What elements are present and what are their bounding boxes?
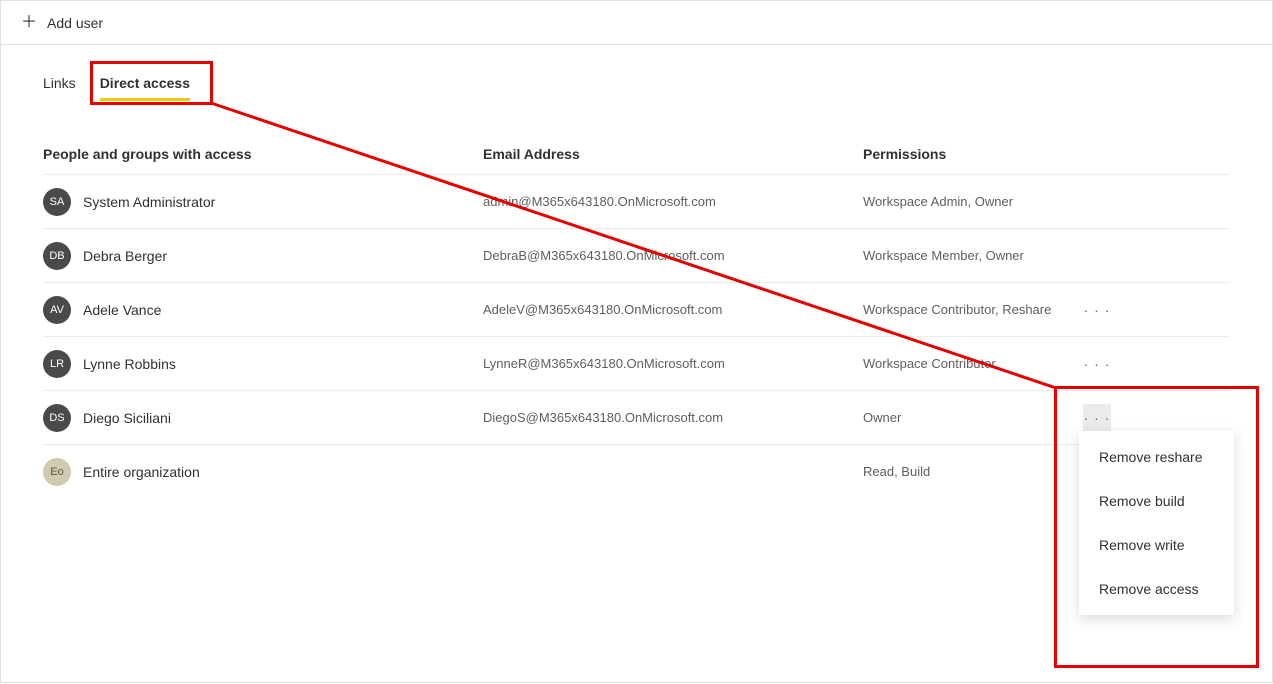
table-row: DS Diego Siciliani DiegoS@M365x643180.OnMi… (43, 390, 1230, 444)
permissions-cell: Workspace Contributor, Reshare (863, 302, 1083, 317)
actions-cell: · · · (1083, 296, 1143, 324)
people-cell: AV Adele Vance (43, 296, 483, 324)
avatar: SA (43, 188, 71, 216)
ellipsis-icon: · · · (1084, 302, 1111, 318)
user-name: Adele Vance (83, 302, 161, 318)
tab-direct-access[interactable]: Direct access (100, 69, 190, 101)
permissions-cell: Workspace Contributor (863, 356, 1083, 371)
ellipsis-icon: · · · (1084, 410, 1111, 426)
header-permissions: Permissions (863, 146, 1083, 162)
permissions-context-menu: Remove reshareRemove buildRemove writeRe… (1079, 431, 1234, 615)
table-row: Eo Entire organization Read, Build (43, 444, 1230, 498)
context-menu-item[interactable]: Remove access (1079, 567, 1234, 611)
avatar: DB (43, 242, 71, 270)
user-name: Lynne Robbins (83, 356, 176, 372)
table-row: DB Debra Berger DebraB@M365x643180.OnMicro… (43, 228, 1230, 282)
permissions-cell: Workspace Admin, Owner (863, 194, 1083, 209)
add-user-label: Add user (47, 15, 103, 31)
add-user-button[interactable]: ＋ Add user (17, 9, 107, 37)
header-email: Email Address (483, 146, 863, 162)
table-header-row: People and groups with access Email Addr… (43, 134, 1230, 174)
table-row: SA System Administrator admin@M365x643180.… (43, 174, 1230, 228)
ellipsis-icon: · · · (1084, 356, 1111, 372)
plus-icon: ＋ (21, 15, 37, 31)
permissions-cell: Workspace Member, Owner (863, 248, 1083, 263)
people-cell: DB Debra Berger (43, 242, 483, 270)
email-cell: AdeleV@M365x643180.OnMicrosoft.com (483, 302, 863, 317)
permissions-cell: Read, Build (863, 464, 1083, 479)
email-cell: DebraB@M365x643180.OnMicrosoft.com (483, 248, 863, 263)
avatar: DS (43, 404, 71, 432)
user-name: Diego Siciliani (83, 410, 171, 426)
permissions-cell: Owner (863, 410, 1083, 425)
context-menu-item[interactable]: Remove build (1079, 479, 1234, 523)
people-cell: LR Lynne Robbins (43, 350, 483, 378)
people-cell: DS Diego Siciliani (43, 404, 483, 432)
user-name: Entire organization (83, 464, 200, 480)
toolbar: ＋ Add user (1, 1, 1272, 45)
email-cell: admin@M365x643180.OnMicrosoft.com (483, 194, 863, 209)
email-cell: DiegoS@M365x643180.OnMicrosoft.com (483, 410, 863, 425)
user-name: System Administrator (83, 194, 215, 210)
header-actions (1083, 146, 1143, 162)
tab-links[interactable]: Links (43, 69, 76, 101)
header-people: People and groups with access (43, 146, 483, 162)
people-cell: SA System Administrator (43, 188, 483, 216)
actions-cell: · · · (1083, 350, 1143, 378)
email-cell: LynneR@M365x643180.OnMicrosoft.com (483, 356, 863, 371)
avatar: AV (43, 296, 71, 324)
more-options-button[interactable]: · · · (1083, 404, 1111, 432)
more-options-button[interactable]: · · · (1083, 350, 1111, 378)
people-cell: Eo Entire organization (43, 458, 483, 486)
avatar: LR (43, 350, 71, 378)
context-menu-item[interactable]: Remove write (1079, 523, 1234, 567)
table-row: AV Adele Vance AdeleV@M365x643180.OnMicros… (43, 282, 1230, 336)
user-name: Debra Berger (83, 248, 167, 264)
avatar: Eo (43, 458, 71, 486)
actions-cell: · · · (1083, 404, 1143, 432)
table-row: LR Lynne Robbins LynneR@M365x643180.OnMicr… (43, 336, 1230, 390)
more-options-button[interactable]: · · · (1083, 296, 1111, 324)
tabs-bar: Links Direct access (1, 45, 1272, 102)
context-menu-item[interactable]: Remove reshare (1079, 435, 1234, 479)
